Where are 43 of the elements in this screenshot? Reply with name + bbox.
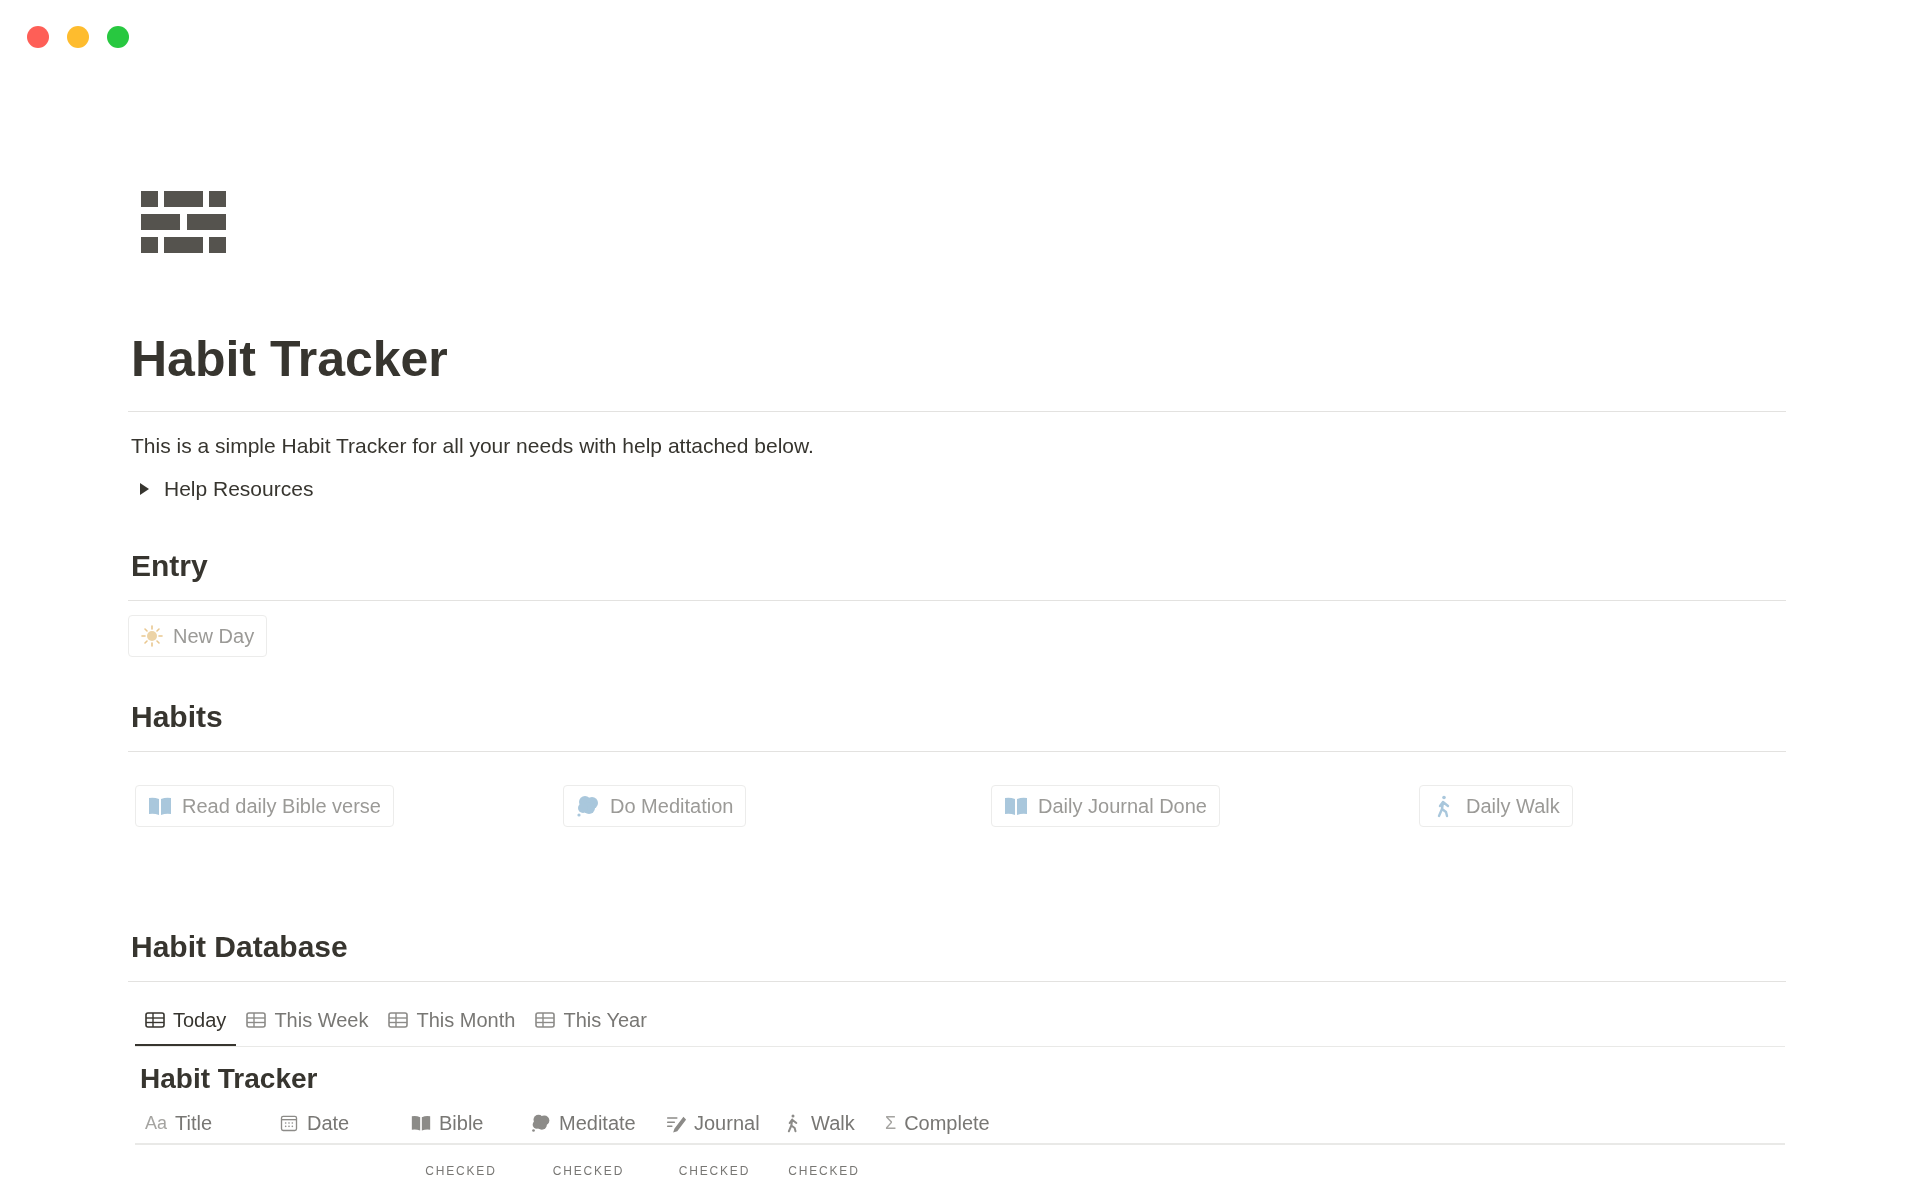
column-label: Title [175, 1111, 213, 1136]
maximize-window-icon[interactable] [107, 26, 129, 48]
column-label: Complete [904, 1111, 990, 1136]
calculation-label: CHECKED [552, 1163, 625, 1180]
column-header[interactable]: Bible [401, 1105, 494, 1141]
section-heading: Entry [131, 548, 209, 584]
section-heading: Habits [131, 699, 224, 735]
column-header[interactable]: Walk [773, 1105, 865, 1141]
calculation-label: CHECKED [678, 1163, 751, 1180]
brick-wall-icon [141, 191, 227, 253]
cloud-icon [576, 794, 600, 818]
description-text: This is a simple Habit Tracker for all your needs with help attached below. [131, 433, 815, 459]
page-title: Habit Tracker [131, 330, 449, 389]
column-type-icon: Aa [145, 1109, 168, 1137]
habit-button[interactable]: Read daily Bible verse [135, 785, 394, 827]
habit-button[interactable]: Do Meditation [563, 785, 747, 827]
view-tab[interactable]: This Week [236, 996, 379, 1046]
help-resources-toggle[interactable]: Help Resources [138, 473, 314, 505]
calculation-label: CHECKED [425, 1163, 497, 1180]
table-icon [246, 1012, 267, 1028]
column-type-icon: Σ [885, 1109, 897, 1137]
new-day-button[interactable]: New Day [128, 615, 268, 657]
section-heading: Habit Database [131, 929, 349, 965]
view-tab[interactable]: Today [135, 996, 237, 1046]
triangle-icon [138, 483, 150, 495]
habit-button[interactable]: Daily Journal Done [991, 785, 1220, 827]
cloud-icon [531, 1113, 551, 1133]
view-tab[interactable]: This Month [378, 996, 526, 1046]
minimize-window-icon[interactable] [67, 26, 89, 48]
column-header[interactable]: Journal [656, 1105, 770, 1141]
view-title: Habit Tracker [140, 1062, 319, 1096]
table-icon [535, 1012, 556, 1028]
table-icon [388, 1012, 409, 1028]
sun-icon [141, 625, 163, 647]
calculation-label: CHECKED [788, 1163, 860, 1180]
habit-button[interactable]: Daily Walk [1419, 785, 1573, 827]
book-icon [411, 1113, 431, 1133]
column-header[interactable]: Date [269, 1105, 360, 1141]
column-header[interactable]: Meditate [521, 1105, 646, 1141]
close-window-icon[interactable] [27, 26, 49, 48]
calendar-icon [279, 1113, 299, 1133]
table-icon [145, 1012, 165, 1028]
view-tab[interactable]: This Year [525, 996, 657, 1046]
